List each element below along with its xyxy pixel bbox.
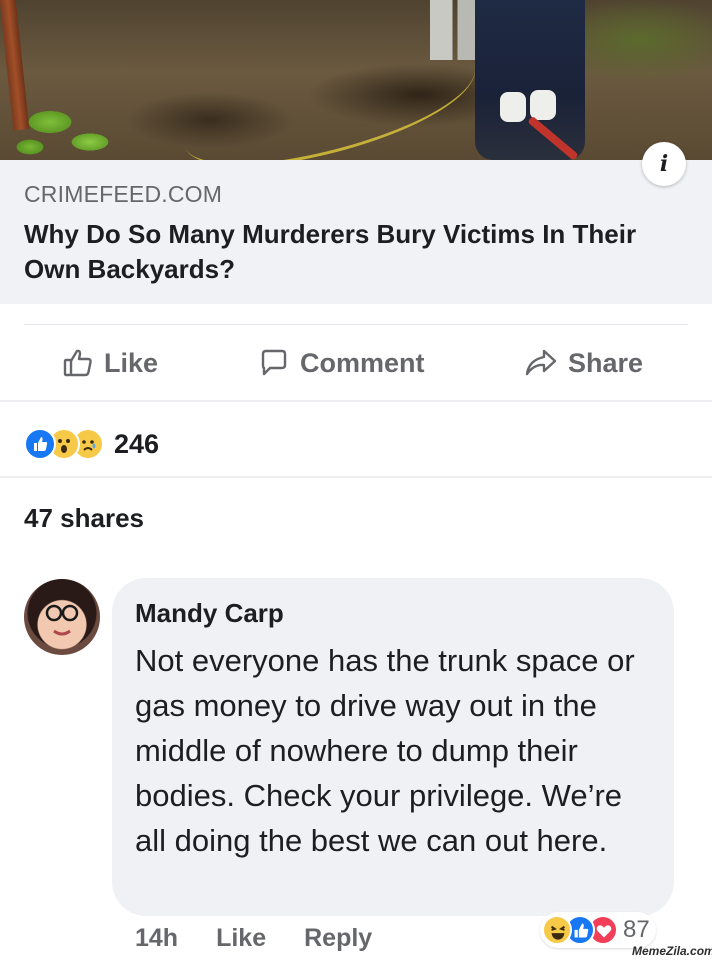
like-button[interactable]: Like <box>62 326 158 400</box>
share-arrow-icon <box>525 349 557 376</box>
comment-meta: 14h Like Reply <box>135 924 372 953</box>
divider <box>24 324 688 325</box>
shares-count[interactable]: 47 shares <box>24 503 144 534</box>
comment-text: Not everyone has the trunk space or gas … <box>135 643 635 858</box>
glove <box>500 92 526 122</box>
comment-button[interactable]: Comment <box>258 326 425 400</box>
comment-reaction-count: 87 <box>623 916 650 943</box>
haha-reaction-icon <box>542 915 572 945</box>
comment-icon <box>261 349 287 376</box>
link-domain: CRIMEFEED.COM <box>24 181 223 207</box>
comment-like-button[interactable]: Like <box>216 924 266 953</box>
reaction-summary[interactable]: 246 <box>24 424 159 464</box>
like-label: Like <box>104 347 159 378</box>
glove <box>530 90 556 120</box>
divider <box>0 476 712 478</box>
comment-reply-button[interactable]: Reply <box>304 924 372 953</box>
comment-reactions[interactable]: 87 <box>540 912 656 948</box>
share-button[interactable]: Share <box>524 326 643 400</box>
avatar-face <box>45 604 79 636</box>
comment-label: Comment <box>300 347 425 378</box>
comment-author[interactable]: Mandy Carp <box>135 598 284 629</box>
bystander-legs <box>430 0 480 60</box>
avatar[interactable] <box>24 579 100 655</box>
reaction-count: 246 <box>114 428 160 459</box>
digging-person <box>475 0 585 160</box>
plant-leaves <box>10 92 120 160</box>
watermark: MemeZila.com <box>632 944 712 958</box>
share-label: Share <box>568 347 644 378</box>
comment-timestamp[interactable]: 14h <box>135 924 178 953</box>
like-reaction-icon <box>24 428 56 460</box>
link-title[interactable]: Why Do So Many Murderers Bury Victims In… <box>24 217 694 287</box>
post-action-bar: Like Comment Share <box>0 326 712 400</box>
divider <box>0 400 712 402</box>
info-icon[interactable]: i <box>642 142 686 186</box>
thumbs-up-icon <box>63 349 92 377</box>
link-preview-image[interactable] <box>0 0 712 160</box>
